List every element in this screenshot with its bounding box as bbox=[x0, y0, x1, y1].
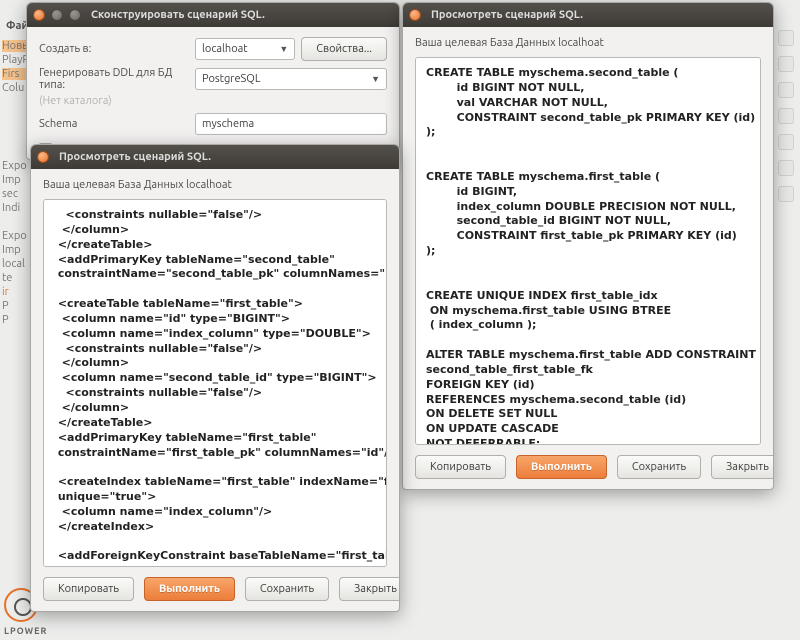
save-button[interactable]: Сохранить bbox=[245, 577, 329, 601]
tool-icon[interactable] bbox=[778, 186, 794, 202]
no-catalog-hint: (Нет каталога) bbox=[39, 95, 387, 107]
close-icon[interactable] bbox=[37, 151, 49, 163]
close-icon[interactable] bbox=[33, 9, 45, 21]
tool-icon[interactable] bbox=[778, 56, 794, 72]
bg-item: local bbox=[2, 258, 30, 270]
construct-sql-window: Сконструировать сценарий SQL. Создать в:… bbox=[26, 2, 400, 160]
target-db-label: Ваша целевая База Данных localhoat bbox=[415, 37, 761, 49]
save-button[interactable]: Сохранить bbox=[617, 455, 701, 479]
bg-item: Imp bbox=[2, 244, 30, 256]
bg-item: P bbox=[2, 314, 30, 326]
bg-item: ir bbox=[2, 286, 30, 298]
schema-input[interactable]: myschema bbox=[195, 113, 387, 135]
close-button[interactable]: Закрыть bbox=[711, 455, 773, 479]
ddl-type-label: Генерировать DDL для БД типа: bbox=[39, 67, 189, 91]
titlebar[interactable]: Просмотреть сценарий SQL. bbox=[31, 145, 399, 169]
chevron-down-icon: ▼ bbox=[371, 74, 380, 84]
sql-preview-window-left: Просмотреть сценарий SQL. Ваша целевая Б… bbox=[30, 144, 400, 612]
create-in-combo[interactable]: localhoat ▼ bbox=[195, 38, 295, 60]
xml-code-area[interactable]: <constraints nullable="false"/> </column… bbox=[43, 199, 387, 567]
sql-code-area[interactable]: CREATE TABLE myschema.second_table ( id … bbox=[415, 57, 761, 445]
schema-value: myschema bbox=[202, 118, 254, 130]
bg-item: Expo bbox=[2, 160, 30, 172]
tool-icon[interactable] bbox=[778, 108, 794, 124]
bg-item: sec bbox=[2, 188, 30, 200]
close-button[interactable]: Закрыть bbox=[339, 577, 399, 601]
tool-icon[interactable] bbox=[778, 134, 794, 150]
tool-icon[interactable] bbox=[778, 82, 794, 98]
sql-preview-window-right: Просмотреть сценарий SQL. Ваша целевая Б… bbox=[402, 2, 774, 490]
window-title: Просмотреть сценарий SQL. bbox=[59, 151, 211, 163]
right-toolbar bbox=[778, 30, 798, 202]
bg-item: te bbox=[2, 272, 30, 284]
tool-icon[interactable] bbox=[778, 30, 794, 46]
target-db-label: Ваша целевая База Данных localhoat bbox=[43, 179, 387, 191]
create-in-label: Создать в: bbox=[39, 43, 189, 55]
titlebar[interactable]: Сконструировать сценарий SQL. bbox=[27, 3, 399, 27]
window-title: Сконструировать сценарий SQL. bbox=[91, 9, 265, 21]
minimize-icon[interactable] bbox=[51, 9, 63, 21]
chevron-down-icon: ▼ bbox=[279, 44, 288, 54]
sqlpower-logo-text: LPOWER bbox=[4, 626, 47, 636]
ddl-type-combo[interactable]: PostgreSQL ▼ bbox=[195, 68, 387, 90]
titlebar[interactable]: Просмотреть сценарий SQL. bbox=[403, 3, 773, 27]
create-in-value: localhoat bbox=[202, 43, 248, 55]
properties-button[interactable]: Свойства... bbox=[301, 37, 387, 61]
window-title: Просмотреть сценарий SQL. bbox=[431, 9, 583, 21]
close-icon[interactable] bbox=[409, 9, 421, 21]
maximize-icon[interactable] bbox=[69, 9, 81, 21]
copy-button[interactable]: Копировать bbox=[43, 577, 134, 601]
bg-item: Imp bbox=[2, 174, 30, 186]
copy-button[interactable]: Копировать bbox=[415, 455, 506, 479]
tool-icon[interactable] bbox=[778, 160, 794, 176]
bg-item: Expo bbox=[2, 230, 30, 242]
ddl-type-value: PostgreSQL bbox=[202, 73, 260, 85]
bg-item: P bbox=[2, 300, 30, 312]
run-button[interactable]: Выполнить bbox=[144, 577, 235, 601]
schema-label: Schema bbox=[39, 118, 189, 130]
bg-item: Indi bbox=[2, 202, 30, 214]
run-button[interactable]: Выполнить bbox=[516, 455, 607, 479]
